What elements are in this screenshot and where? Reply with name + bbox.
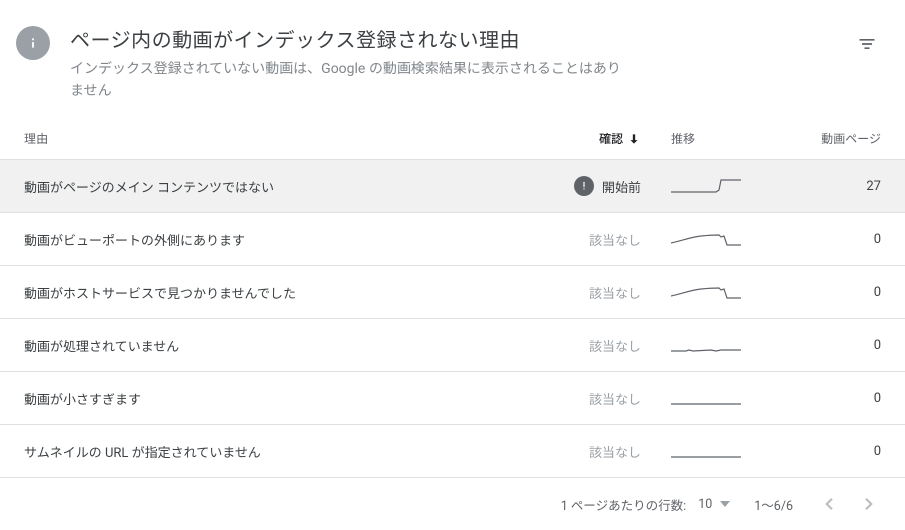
row-confirm-cell: 該当なし <box>521 283 641 302</box>
row-pages-count: 0 <box>771 444 881 459</box>
rows-per-page-value: 10 <box>698 497 712 512</box>
sparkline-chart <box>671 335 741 355</box>
row-trend-cell <box>641 388 771 408</box>
info-icon <box>16 26 50 60</box>
row-confirm-text: 該当なし <box>589 336 641 355</box>
row-pages-count: 0 <box>771 232 881 247</box>
next-page-button[interactable] <box>857 492 881 516</box>
row-confirm-cell: 該当なし <box>521 389 641 408</box>
table-row[interactable]: 動画がビューポートの外側にあります 該当なし 0 <box>0 213 905 266</box>
status-badge-icon <box>574 176 594 196</box>
row-reason-text: 動画が処理されていません <box>24 336 521 355</box>
rows-per-page-select[interactable]: 10 <box>698 497 730 512</box>
row-reason-text: 動画が小さすぎます <box>24 389 521 408</box>
header-text: ページ内の動画がインデックス登録されない理由 インデックス登録されていない動画は… <box>70 24 833 102</box>
sparkline-chart <box>671 176 741 196</box>
table-row[interactable]: 動画がページのメイン コンテンツではない 開始前 27 <box>0 160 905 213</box>
issues-table: 理由 確認 推移 動画ページ 動画がページのメイン コンテンツではない 開始前 27… <box>0 118 905 478</box>
prev-page-button[interactable] <box>817 492 841 516</box>
row-reason-text: 動画がページのメイン コンテンツではない <box>24 177 521 196</box>
row-confirm-text: 該当なし <box>589 442 641 461</box>
chevron-left-icon <box>823 498 835 510</box>
column-header-reason[interactable]: 理由 <box>24 130 521 147</box>
row-confirm-text: 該当なし <box>589 389 641 408</box>
report-panel: ページ内の動画がインデックス登録されない理由 インデックス登録されていない動画は… <box>0 0 905 530</box>
row-pages-count: 0 <box>771 391 881 406</box>
table-header-row: 理由 確認 推移 動画ページ <box>0 118 905 160</box>
chevron-right-icon <box>863 498 875 510</box>
table-row[interactable]: 動画が処理されていません 該当なし 0 <box>0 319 905 372</box>
panel-subtitle: インデックス登録されていない動画は、Google の動画検索結果に表示されること… <box>70 59 630 102</box>
page-range-label: 1～6/6 <box>754 495 793 514</box>
filter-icon <box>857 34 877 54</box>
row-confirm-cell: 該当なし <box>521 442 641 461</box>
row-confirm-text: 該当なし <box>589 283 641 302</box>
column-header-confirm[interactable]: 確認 <box>521 130 641 147</box>
row-reason-text: 動画がホストサービスで見つかりませんでした <box>24 283 521 302</box>
row-reason-text: サムネイルの URL が指定されていません <box>24 442 521 461</box>
column-header-confirm-label: 確認 <box>599 130 623 147</box>
row-pages-count: 0 <box>771 285 881 300</box>
pagination-bar: 1 ページあたりの行数: 10 1～6/6 <box>0 478 905 530</box>
column-header-pages[interactable]: 動画ページ <box>771 130 881 147</box>
panel-header: ページ内の動画がインデックス登録されない理由 インデックス登録されていない動画は… <box>0 0 905 118</box>
row-reason-text: 動画がビューポートの外側にあります <box>24 230 521 249</box>
row-trend-cell <box>641 282 771 302</box>
filter-button[interactable] <box>853 30 881 58</box>
table-row[interactable]: 動画がホストサービスで見つかりませんでした 該当なし 0 <box>0 266 905 319</box>
sparkline-chart <box>671 441 741 461</box>
row-confirm-cell: 開始前 <box>521 176 641 196</box>
sparkline-chart <box>671 282 741 302</box>
row-pages-count: 0 <box>771 338 881 353</box>
rows-per-page-label: 1 ページあたりの行数: <box>561 495 686 514</box>
row-trend-cell <box>641 176 771 196</box>
sort-desc-icon <box>627 131 641 146</box>
row-trend-cell <box>641 335 771 355</box>
page-nav <box>817 492 881 516</box>
table-row[interactable]: 動画が小さすぎます 該当なし 0 <box>0 372 905 425</box>
sparkline-chart <box>671 229 741 249</box>
row-confirm-text: 開始前 <box>602 177 641 196</box>
column-header-trend[interactable]: 推移 <box>641 130 771 147</box>
sparkline-chart <box>671 388 741 408</box>
row-trend-cell <box>641 441 771 461</box>
table-row[interactable]: サムネイルの URL が指定されていません 該当なし 0 <box>0 425 905 478</box>
row-confirm-text: 該当なし <box>589 230 641 249</box>
row-confirm-cell: 該当なし <box>521 336 641 355</box>
panel-title: ページ内の動画がインデックス登録されない理由 <box>70 24 833 53</box>
row-pages-count: 27 <box>771 179 881 194</box>
row-confirm-cell: 該当なし <box>521 230 641 249</box>
row-trend-cell <box>641 229 771 249</box>
rows-per-page: 1 ページあたりの行数: 10 <box>561 495 730 514</box>
dropdown-icon <box>720 499 730 509</box>
